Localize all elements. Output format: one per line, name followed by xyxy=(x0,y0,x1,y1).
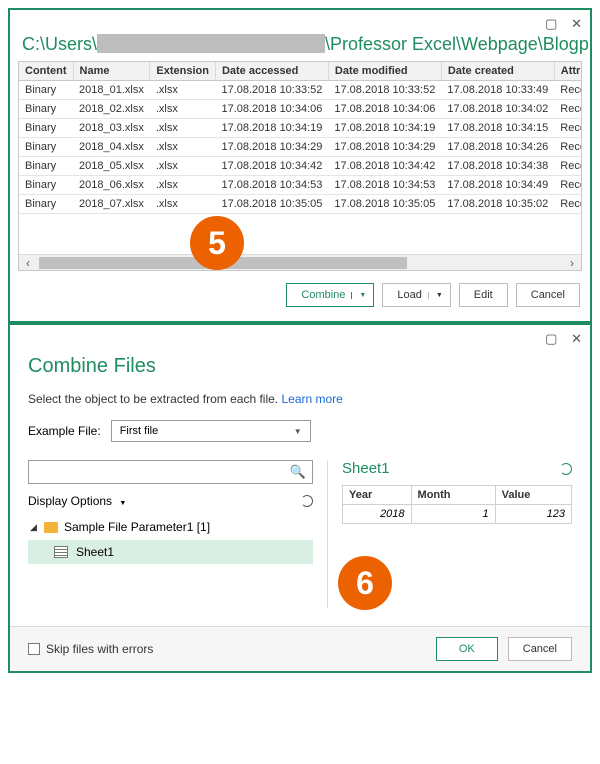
scroll-left-icon[interactable]: ‹ xyxy=(19,256,37,270)
search-input[interactable]: 🔍 xyxy=(28,460,313,484)
preview-title: Sheet1 xyxy=(342,460,390,477)
tree-leaf-sheet1[interactable]: Sheet1 xyxy=(28,540,313,564)
learn-more-link[interactable]: Learn more xyxy=(281,392,342,406)
file-table: ContentNameExtensionDate accessedDate mo… xyxy=(19,62,582,214)
step-badge-6: 6 xyxy=(338,556,392,610)
search-field[interactable] xyxy=(35,465,290,479)
scroll-right-icon[interactable]: › xyxy=(563,256,581,270)
example-file-select[interactable]: First file ▼ xyxy=(111,420,311,442)
navigator-pane: 🔍 Display Options ▼ ◢ Sample File Parame… xyxy=(28,460,328,608)
combine-button[interactable]: Combine ▼ xyxy=(286,283,374,307)
column-header[interactable]: Name xyxy=(73,62,150,81)
cancel-button[interactable]: Cancel xyxy=(508,637,572,661)
chevron-down-icon[interactable]: ▼ xyxy=(351,292,373,299)
col-month[interactable]: Month xyxy=(411,486,495,505)
table-row[interactable]: Binary2018_01.xlsx.xlsx17.08.2018 10:33:… xyxy=(19,81,582,100)
table-row[interactable]: Binary2018_06.xlsx.xlsx17.08.2018 10:34:… xyxy=(19,176,582,195)
cancel-button[interactable]: Cancel xyxy=(516,283,580,307)
window-controls: ▢ ✕ xyxy=(535,16,582,32)
horizontal-scrollbar[interactable]: ‹ › xyxy=(19,254,581,270)
maximize-icon[interactable]: ▢ xyxy=(545,331,557,346)
close-icon[interactable]: ✕ xyxy=(571,331,582,346)
object-tree: ◢ Sample File Parameter1 [1] Sheet1 xyxy=(28,516,313,564)
checkbox-icon[interactable] xyxy=(28,643,40,655)
chevron-down-icon: ▼ xyxy=(294,427,302,436)
display-options-dropdown[interactable]: Display Options ▼ xyxy=(28,494,126,508)
col-value[interactable]: Value xyxy=(495,486,571,505)
worksheet-icon xyxy=(54,546,68,558)
collapse-icon[interactable]: ◢ xyxy=(30,522,44,533)
table-row[interactable]: Binary2018_04.xlsx.xlsx17.08.2018 10:34:… xyxy=(19,138,582,157)
combine-files-dialog: ▢ ✕ Combine Files Select the object to b… xyxy=(8,323,592,673)
dialog-subtitle: Select the object to be extracted from e… xyxy=(28,392,572,406)
tree-root-folder[interactable]: ◢ Sample File Parameter1 [1] xyxy=(28,516,313,538)
column-header[interactable]: Date created xyxy=(441,62,554,81)
table-row[interactable]: Binary2018_05.xlsx.xlsx17.08.2018 10:34:… xyxy=(19,157,582,176)
col-year[interactable]: Year xyxy=(343,486,412,505)
redacted-user-segment xyxy=(97,34,325,53)
preview-table: Year Month Value 2018 1 123 xyxy=(342,485,572,524)
folder-preview-dialog: ▢ ✕ C:\Users\\Professor Excel\Webpage\Bl… xyxy=(8,8,592,323)
skip-errors-checkbox[interactable]: Skip files with errors xyxy=(28,642,153,656)
close-icon[interactable]: ✕ xyxy=(571,16,582,31)
file-table-wrap: ContentNameExtensionDate accessedDate mo… xyxy=(18,61,582,271)
refresh-preview-icon[interactable] xyxy=(560,463,572,475)
maximize-icon[interactable]: ▢ xyxy=(545,16,557,31)
window-controls: ▢ ✕ xyxy=(535,331,582,347)
ok-button[interactable]: OK xyxy=(436,637,498,661)
folder-path: C:\Users\\Professor Excel\Webpage\Blogp.… xyxy=(10,10,590,61)
column-header[interactable]: Date modified xyxy=(328,62,441,81)
column-header[interactable]: Extension xyxy=(150,62,216,81)
load-button[interactable]: Load ▼ xyxy=(382,283,450,307)
edit-button[interactable]: Edit xyxy=(459,283,508,307)
column-header[interactable]: Content xyxy=(19,62,73,81)
table-row[interactable]: Binary2018_03.xlsx.xlsx17.08.2018 10:34:… xyxy=(19,119,582,138)
search-icon[interactable]: 🔍 xyxy=(290,464,306,480)
example-file-row: Example File: First file ▼ xyxy=(28,420,572,442)
table-row[interactable]: Binary2018_07.xlsx.xlsx17.08.2018 10:35:… xyxy=(19,195,582,214)
example-file-label: Example File: xyxy=(28,424,101,438)
step-badge-5: 5 xyxy=(190,216,244,270)
dialog-footer: Skip files with errors OK Cancel xyxy=(10,626,590,671)
column-header[interactable]: Date accessed xyxy=(215,62,328,81)
preview-pane: Sheet1 Year Month Value 2018 1 123 6 xyxy=(328,460,572,608)
refresh-icon[interactable] xyxy=(301,495,313,507)
folder-icon xyxy=(44,522,58,533)
dialog-title: Combine Files xyxy=(28,355,572,378)
column-header[interactable]: Attributes xyxy=(554,62,582,81)
chevron-down-icon[interactable]: ▼ xyxy=(428,292,450,299)
dialog-buttons: Combine ▼ Load ▼ Edit Cancel xyxy=(10,271,590,321)
table-row[interactable]: Binary2018_02.xlsx.xlsx17.08.2018 10:34:… xyxy=(19,100,582,119)
table-row: 2018 1 123 xyxy=(343,505,572,524)
chevron-down-icon: ▼ xyxy=(119,500,126,507)
